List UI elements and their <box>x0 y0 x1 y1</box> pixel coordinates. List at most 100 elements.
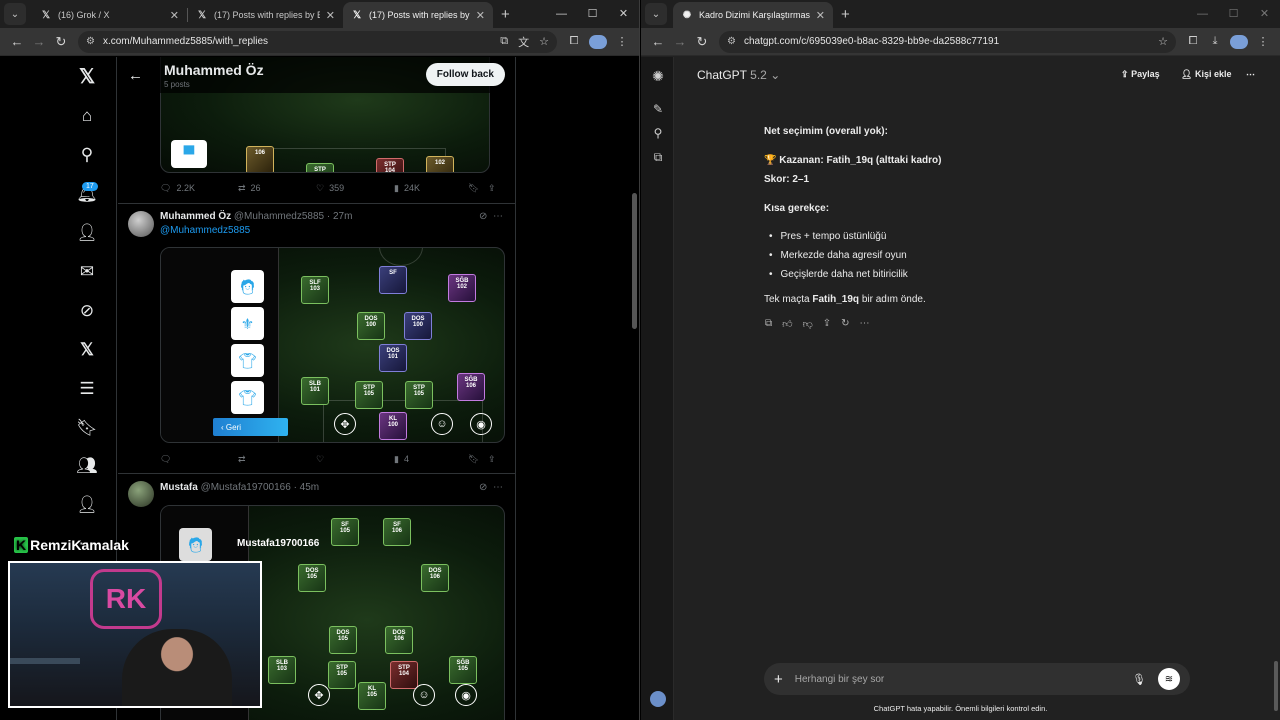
thumbs-up-icon[interactable]: 👍︎ <box>782 318 792 330</box>
views-button[interactable]: ▮ 24K <box>394 183 468 194</box>
site-info-icon[interactable]: ⚙ <box>727 36 736 47</box>
maximize-icon[interactable]: ☐ <box>1218 0 1249 28</box>
avatar[interactable] <box>128 481 154 507</box>
more-icon[interactable]: ⋯ <box>493 211 503 222</box>
thumbs-down-icon[interactable]: 👎︎ <box>803 318 813 330</box>
address-bar[interactable]: ⚙ chatgpt.com/c/695039e0-b8ac-8329-bb9e-… <box>719 30 1176 53</box>
more-icon[interactable]: ⋯ <box>860 318 870 330</box>
mention-link[interactable]: @Muhammedz5885 <box>160 225 250 236</box>
profile-icon[interactable]: 👤︎ <box>76 494 98 516</box>
new-chat-icon[interactable]: ✎ <box>650 102 666 118</box>
more-icon[interactable]: ⋯ <box>493 482 503 493</box>
new-tab-button[interactable]: + <box>501 6 510 23</box>
install-app-icon[interactable]: ⧉ <box>500 35 508 48</box>
grok-icon[interactable]: ⊘ <box>76 300 98 322</box>
reply-icon[interactable]: 🗨︎ <box>160 454 238 465</box>
scrollbar-thumb[interactable] <box>1274 661 1278 711</box>
library-icon[interactable]: ⧉ <box>650 150 666 166</box>
reply-button[interactable]: 🗨︎ 2.2K <box>160 183 238 194</box>
bookmark-star-icon[interactable]: ☆ <box>539 35 549 48</box>
prompt-composer[interactable]: + Herhangi bir şey sor 🎙︎ ≋ <box>764 663 1190 695</box>
download-icon[interactable]: ⤓ <box>1204 35 1226 48</box>
reload-icon[interactable]: ↻ <box>50 34 72 50</box>
like-button[interactable]: ♡ 359 <box>316 183 394 194</box>
tab-chatgpt[interactable]: ✺ Kadro Dizimi Karşılaştırması ✕ <box>673 2 833 28</box>
author-handle[interactable]: @Muhammedz5885 · 27m <box>234 211 353 222</box>
repost-button[interactable]: ⇄ 26 <box>238 183 316 194</box>
grok-icon[interactable]: ⊘ <box>479 211 487 222</box>
site-info-icon[interactable]: ⚙ <box>86 36 95 47</box>
repost-icon[interactable]: ⇄ <box>238 454 316 465</box>
attach-plus-icon[interactable]: + <box>774 671 783 688</box>
back-arrow-icon[interactable]: ← <box>128 67 143 84</box>
maximize-icon[interactable]: ☐ <box>577 0 608 28</box>
bookmark-icon[interactable]: 🔖︎ <box>468 183 488 194</box>
copy-icon[interactable]: ⧉ <box>765 318 772 330</box>
scrollbar[interactable] <box>1272 57 1280 720</box>
close-window-icon[interactable]: ✕ <box>608 0 639 28</box>
premium-x-icon[interactable]: 𝕏 <box>76 339 98 361</box>
close-icon[interactable]: ✕ <box>476 9 485 22</box>
home-icon[interactable]: ⌂ <box>76 105 98 127</box>
new-tab-button[interactable]: + <box>841 6 850 23</box>
model-selector[interactable]: ChatGPT 5.2 ⌄ <box>697 68 780 82</box>
tweet-image-lineup[interactable]: 🧑︎ ⚜ 👕︎ 👕︎ ‹ Geri SLF 103 SF SĞB 102 DOS 10… <box>160 247 505 443</box>
tab-egem-replies[interactable]: 𝕏 (17) Posts with replies by Egem ✕ <box>188 2 343 28</box>
x-home-logo-icon[interactable]: 𝕏 <box>76 65 98 88</box>
tab-search-button[interactable]: ⌄ <box>4 3 26 25</box>
scrollbar[interactable] <box>629 57 639 720</box>
menu-kebab-icon[interactable]: ⋮ <box>611 35 633 48</box>
share-icon[interactable]: ⇪ <box>488 183 496 194</box>
heart-icon[interactable]: ♡ <box>316 454 394 465</box>
minimize-icon[interactable]: — <box>546 0 577 28</box>
bookmarks-icon[interactable]: 🔖︎ <box>76 417 98 439</box>
tab-search-button[interactable]: ⌄ <box>645 3 667 25</box>
communities-icon[interactable]: 👥︎ <box>76 455 98 477</box>
close-icon[interactable]: ✕ <box>326 9 335 22</box>
reload-icon[interactable]: ↻ <box>691 34 713 50</box>
tab-grok[interactable]: 𝕏 (16) Grok / X ✕ <box>32 2 187 28</box>
avatar[interactable] <box>128 211 154 237</box>
follow-back-button[interactable]: Follow back <box>425 63 505 86</box>
close-icon[interactable]: ✕ <box>170 9 179 22</box>
minimize-icon[interactable]: — <box>1187 0 1218 28</box>
share-button[interactable]: ⇪ Paylaş <box>1121 69 1160 80</box>
voice-mode-icon[interactable]: ≋ <box>1158 668 1180 690</box>
back-icon[interactable]: ← <box>647 34 669 49</box>
menu-kebab-icon[interactable]: ⋮ <box>1252 35 1274 48</box>
author-handle[interactable]: @Mustafa19700166 · 45m <box>201 482 320 493</box>
extensions-icon[interactable]: ⧠ <box>1182 35 1204 48</box>
lists-icon[interactable]: ☰ <box>76 378 98 400</box>
forward-icon[interactable]: → <box>28 34 50 49</box>
profile-avatar[interactable] <box>1230 34 1248 49</box>
regenerate-icon[interactable]: ↻ <box>841 318 849 330</box>
openai-logo-icon[interactable]: ✺ <box>650 68 666 84</box>
close-icon[interactable]: ✕ <box>816 9 825 22</box>
back-icon[interactable]: ← <box>6 34 28 49</box>
extensions-icon[interactable]: ⧠ <box>563 35 585 48</box>
messages-icon[interactable]: ✉ <box>76 261 98 283</box>
views-button[interactable]: ▮ 4 <box>394 454 468 465</box>
prompt-input[interactable]: Herhangi bir şey sor <box>795 674 1132 685</box>
microphone-icon[interactable]: 🎙︎ <box>1132 673 1146 686</box>
close-window-icon[interactable]: ✕ <box>1249 0 1280 28</box>
bookmark-star-icon[interactable]: ☆ <box>1158 35 1168 48</box>
profile-avatar[interactable] <box>589 34 607 49</box>
translate-icon[interactable]: 文 <box>518 34 529 50</box>
grok-icon[interactable]: ⊘ <box>479 482 487 493</box>
bookmark-icon[interactable]: 🔖︎ <box>468 454 488 465</box>
tab-muh-replies[interactable]: 𝕏 (17) Posts with replies by Muh ✕ <box>343 2 493 28</box>
author-name[interactable]: Mustafa <box>160 482 198 493</box>
search-icon[interactable]: ⚲ <box>650 126 666 142</box>
add-person-button[interactable]: 👤︎ Kişi ekle <box>1181 69 1231 80</box>
address-bar[interactable]: ⚙ x.com/Muhammedz5885/with_replies ⧉ 文 ☆ <box>78 30 557 53</box>
url-text[interactable]: chatgpt.com/c/695039e0-b8ac-8329-bb9e-da… <box>744 36 1148 47</box>
follow-icon[interactable]: 👤︎ <box>76 222 98 244</box>
forward-icon[interactable]: → <box>669 34 691 49</box>
conversation-more-icon[interactable]: ⋯ <box>1246 69 1255 80</box>
share-icon[interactable]: ⇪ <box>488 454 496 465</box>
search-icon[interactable]: ⚲ <box>76 144 98 166</box>
scrollbar-thumb[interactable] <box>632 193 637 329</box>
author-name[interactable]: Muhammed Öz <box>160 211 231 222</box>
url-text[interactable]: x.com/Muhammedz5885/with_replies <box>103 36 490 47</box>
